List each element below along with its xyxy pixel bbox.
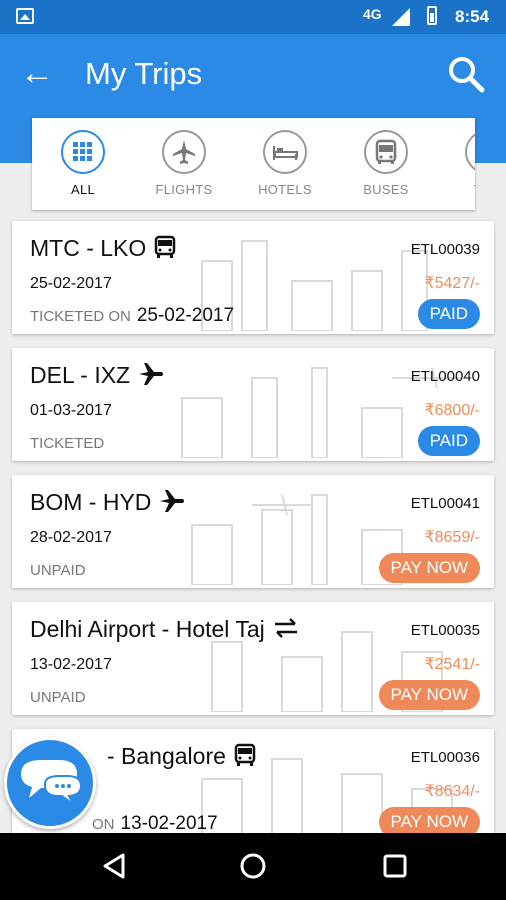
pay-now-button[interactable]: PAY NOW (378, 680, 480, 710)
trip-route: MTC - LKO (30, 235, 176, 265)
tab-label: BUSES (363, 182, 409, 197)
tab-flights[interactable]: FLIGHTS (134, 130, 234, 197)
bus-icon (154, 235, 176, 265)
network-type: 4G (363, 6, 382, 22)
transfer-icon (273, 617, 299, 645)
trip-route: DEL - IXZ (30, 362, 164, 392)
tab-hotels[interactable]: HOTELS (235, 130, 335, 197)
booking-ref: ETL00040 (410, 368, 480, 385)
bed-icon (263, 130, 307, 174)
train-icon (465, 130, 475, 174)
trip-card[interactable]: MTC - LKO 25-02-2017 TICKETED ON 25-02-20… (12, 221, 494, 334)
payment-badge[interactable]: PAID (417, 299, 480, 329)
pay-now-button[interactable]: PAY NOW (378, 553, 480, 583)
trip-price: ₹6800/- (424, 402, 480, 419)
booking-ref: ETL00036 (410, 749, 480, 766)
chat-button[interactable] (4, 737, 96, 829)
gallery-icon (16, 8, 34, 24)
category-tabs: ALL FLIGHTS HOTELS BUSES (32, 118, 475, 210)
tab-trains[interactable]: TRA (437, 130, 475, 197)
recents-square-icon[interactable] (380, 851, 410, 881)
chat-bubble-icon (21, 760, 83, 805)
grid-icon (61, 130, 105, 174)
signal-icon (392, 8, 410, 26)
trip-route: Delhi Airport - Hotel Taj (30, 616, 299, 645)
tab-label: TRA (437, 182, 475, 197)
trip-date: 01-03-2017 (30, 402, 112, 419)
airplane-icon (159, 489, 185, 519)
trip-card[interactable]: DEL - IXZ 01-03-2017 TICKETED ETL00040 ₹… (12, 348, 494, 461)
tab-label: HOTELS (258, 182, 312, 197)
trip-date: 25-02-2017 (30, 275, 112, 292)
system-nav-bar (0, 833, 506, 900)
trip-status: TICKETED (30, 435, 105, 452)
tab-all[interactable]: ALL (33, 130, 133, 197)
status-bar: 4G 8:54 (0, 0, 506, 34)
tab-buses[interactable]: BUSES (336, 130, 436, 197)
trip-status: TICKETED ON 25-02-2017 (30, 305, 235, 326)
booking-ref: ETL00035 (410, 622, 480, 639)
battery-icon (427, 6, 437, 25)
trip-card[interactable]: Delhi Airport - Hotel Taj 13-02-2017 UNP… (12, 602, 494, 715)
trip-price: ₹8659/- (424, 529, 480, 546)
trip-price: ₹8634/- (424, 783, 480, 800)
trip-date: 13-02-2017 (30, 656, 112, 673)
trip-date: 28-02-2017 (30, 529, 112, 546)
trip-route: - Bangalore (107, 743, 256, 773)
bus-icon (364, 130, 408, 174)
payment-badge[interactable]: PAID (417, 426, 480, 456)
home-circle-icon[interactable] (238, 851, 268, 881)
trip-price: ₹5427/- (424, 275, 480, 292)
trip-price: ₹2541/- (424, 656, 480, 673)
search-icon[interactable] (446, 54, 486, 94)
trip-route: BOM - HYD (30, 489, 185, 519)
airplane-icon (138, 362, 164, 392)
bus-icon (234, 743, 256, 773)
trip-status: ON 13-02-2017 (92, 813, 218, 834)
back-arrow-icon[interactable]: ← (20, 56, 54, 90)
trip-status: UNPAID (30, 562, 86, 579)
tab-label: ALL (70, 182, 96, 197)
tab-label: FLIGHTS (155, 182, 213, 197)
clock: 8:54 (455, 7, 490, 26)
airplane-icon (162, 130, 206, 174)
trip-status: UNPAID (30, 689, 86, 706)
page-title: My Trips (85, 56, 203, 91)
trip-card[interactable]: BOM - HYD 28-02-2017 UNPAID ETL00041 ₹86… (12, 475, 494, 588)
back-triangle-icon[interactable] (99, 851, 129, 881)
booking-ref: ETL00039 (410, 241, 480, 258)
booking-ref: ETL00041 (410, 495, 480, 512)
